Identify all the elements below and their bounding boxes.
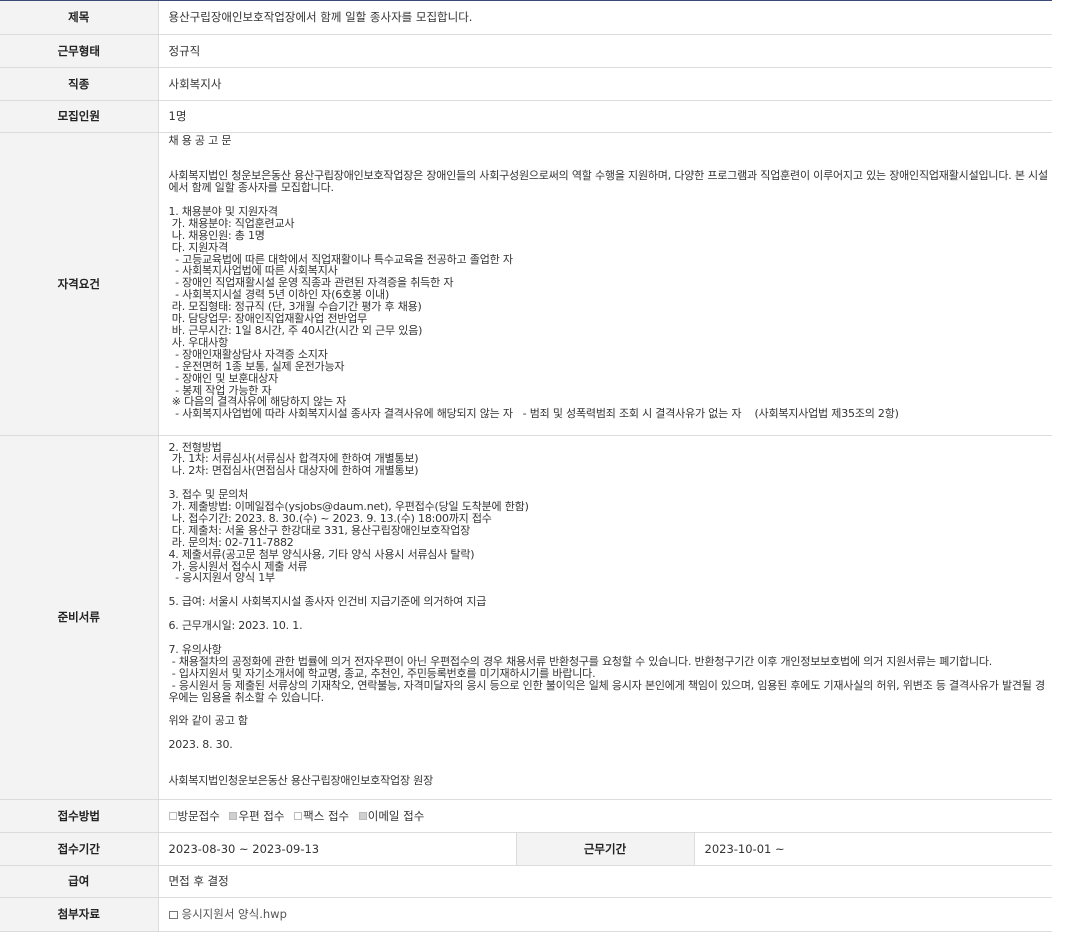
row-headcount: 모집인원 1명 — [0, 100, 1052, 133]
mail-checkbox[interactable] — [229, 812, 238, 820]
method-email[interactable]: 이메일 접수 — [358, 810, 424, 822]
occupation-value: 사회복지사 — [158, 67, 1052, 101]
method-fax[interactable]: 팩스 접수 — [294, 810, 349, 822]
row-qualification: 자격요건 채 용 공 고 문 사회복지법인 청운보은동산 용산구립장애인보호작업… — [0, 132, 1052, 436]
row-occupation: 직종 사회복지사 — [0, 67, 1052, 101]
row-period: 접수기간 2023-08-30 ~ 2023-09-13 근무기간 2023-1… — [0, 832, 1052, 866]
row-salary: 급여 면접 후 결정 — [0, 865, 1052, 898]
documents-text: 2. 전형방법 가. 1차: 서류심사(서류심사 합격자에 한하여 개별통보) … — [168, 440, 1046, 787]
job-posting-table: 제목 용산구립장애인보호작업장에서 함께 일할 종사자를 모집합니다. 근무형태… — [0, 0, 1052, 932]
visit-checkbox[interactable] — [168, 812, 177, 820]
title-label: 제목 — [0, 1, 159, 35]
headcount-value: 1명 — [158, 100, 1052, 133]
attachment-label: 첨부자료 — [0, 897, 159, 932]
attachment-cell: 응시지원서 양식.hwp — [158, 897, 1052, 932]
method-options: 방문접수 우편 접수 팩스 접수 이메일 접수 — [158, 799, 1052, 833]
qualification-text: 채 용 공 고 문 사회복지법인 청운보은동산 용산구립장애인보호작업장은 장애… — [168, 133, 1049, 421]
work-type-value: 정규직 — [158, 34, 1052, 68]
salary-value: 면접 후 결정 — [158, 865, 1052, 898]
period-label: 접수기간 — [0, 832, 159, 866]
method-label: 접수방법 — [0, 799, 159, 833]
method-visit[interactable]: 방문접수 — [168, 810, 220, 822]
file-icon — [168, 910, 178, 919]
salary-label: 급여 — [0, 865, 159, 898]
method-mail[interactable]: 우편 접수 — [229, 810, 284, 822]
work-period-value: 2023-10-01 ~ — [694, 832, 1052, 866]
title-value: 용산구립장애인보호작업장에서 함께 일할 종사자를 모집합니다. — [158, 1, 1052, 35]
row-attachment: 첨부자료 응시지원서 양식.hwp — [0, 897, 1052, 932]
row-method: 접수방법 방문접수 우편 접수 팩스 접수 이메일 접수 — [0, 799, 1052, 833]
row-documents: 준비서류 2. 전형방법 가. 1차: 서류심사(서류심사 합격자에 한하여 개… — [0, 435, 1052, 800]
fax-checkbox[interactable] — [294, 812, 303, 820]
row-work-type: 근무형태 정규직 — [0, 34, 1052, 68]
headcount-label: 모집인원 — [0, 100, 159, 133]
attachment-link[interactable]: 응시지원서 양식.hwp — [182, 907, 287, 921]
qualification-label: 자격요건 — [0, 132, 159, 436]
row-title: 제목 용산구립장애인보호작업장에서 함께 일할 종사자를 모집합니다. — [0, 1, 1052, 35]
work-type-label: 근무형태 — [0, 34, 159, 68]
email-checkbox[interactable] — [358, 812, 367, 820]
period-value: 2023-08-30 ~ 2023-09-13 — [158, 832, 516, 866]
work-period-label: 근무기간 — [515, 832, 695, 866]
occupation-label: 직종 — [0, 67, 159, 101]
documents-label: 준비서류 — [0, 435, 159, 800]
